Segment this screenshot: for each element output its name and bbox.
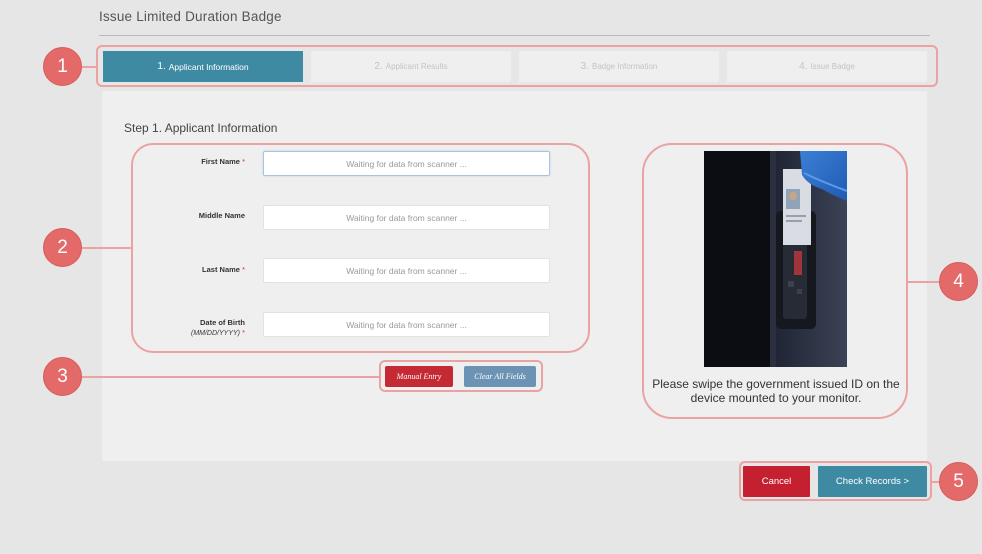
callout-connector (82, 66, 96, 68)
callout-badge-5: 5 (939, 462, 978, 501)
title-divider (99, 35, 930, 36)
step-heading: Step 1. Applicant Information (124, 121, 278, 135)
callout-outline-actions (739, 461, 932, 501)
callout-outline-form-buttons (379, 360, 543, 392)
callout-badge-4: 4 (939, 262, 978, 301)
callout-connector (908, 281, 940, 283)
callout-badge-2: 2 (43, 228, 82, 267)
callout-outline-form-fields (131, 143, 590, 353)
callout-badge-3: 3 (43, 357, 82, 396)
callout-outline-stepper (96, 45, 938, 87)
page-title: Issue Limited Duration Badge (99, 9, 282, 24)
callout-connector (82, 247, 131, 249)
callout-outline-scanner (642, 143, 908, 419)
callout-badge-1: 1 (43, 47, 82, 86)
callout-connector (82, 376, 379, 378)
